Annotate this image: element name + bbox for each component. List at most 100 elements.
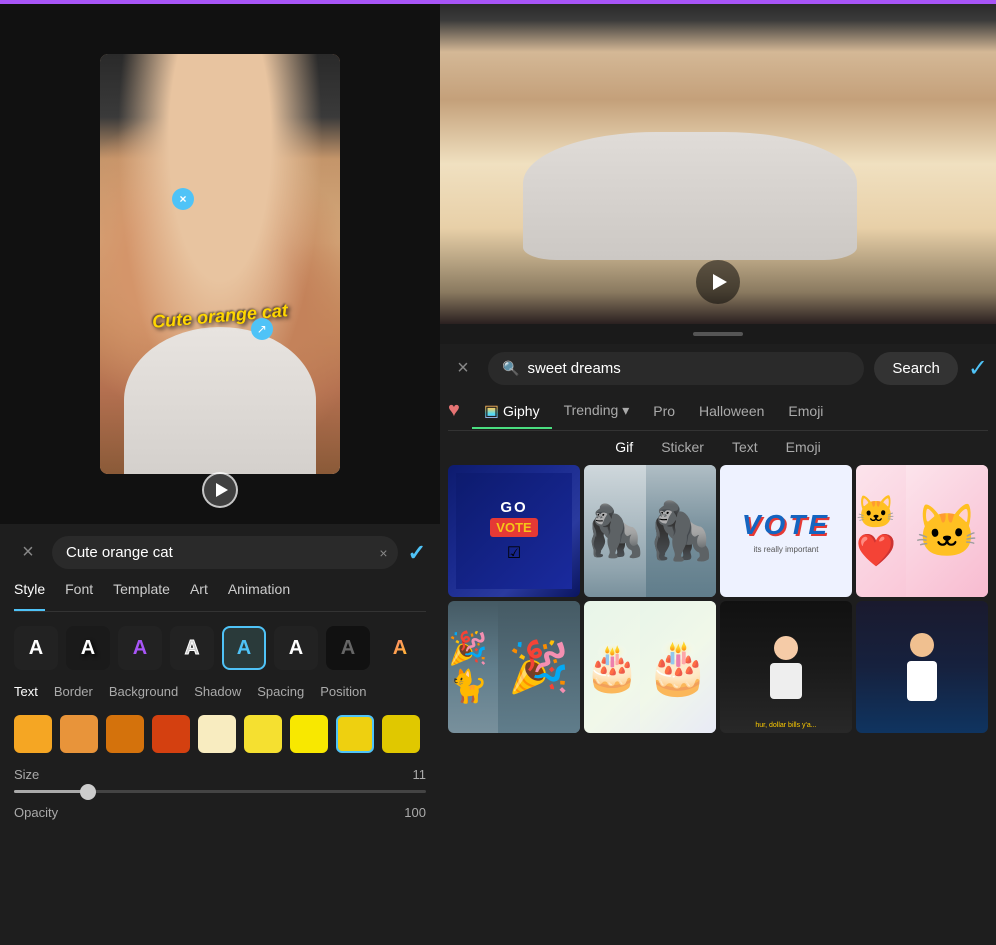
content-tab-sticker[interactable]: Sticker	[661, 439, 704, 455]
subtab-text[interactable]: Text	[14, 684, 38, 703]
gif-item-gorilla[interactable]: 🦍	[584, 465, 716, 597]
gif-item-inner-1: GO VOTE ☑	[456, 473, 572, 589]
left-panel: Cute orange cat × ↗ × × ✓ Style Font T	[0, 4, 440, 945]
opacity-row: Opacity 100	[14, 805, 426, 820]
color-swatch-2[interactable]	[60, 715, 98, 753]
subtab-border[interactable]: Border	[54, 684, 93, 703]
right-panel: × 🔍 Search ✓ ♥ ▣ Giphy Trending ▾ Pro Ha…	[440, 4, 996, 945]
text-overlay-resize[interactable]: ↗	[251, 318, 273, 340]
text-input-wrapper: ×	[52, 536, 398, 569]
gif-item-cake[interactable]: 🎂	[584, 601, 716, 733]
tab-font[interactable]: Font	[65, 581, 93, 603]
cat-image	[100, 54, 340, 474]
size-slider-thumb[interactable]	[80, 784, 96, 800]
style-tabs: Style Font Template Art Animation	[14, 581, 426, 612]
size-slider-track[interactable]	[14, 790, 426, 793]
gif-item-inner-5: 🎉	[498, 601, 580, 733]
source-tab-emoji[interactable]: Emoji	[776, 403, 835, 427]
vote-text-label: VOTE	[490, 518, 537, 537]
color-swatch-7[interactable]	[290, 715, 328, 753]
drag-handle[interactable]	[693, 332, 743, 336]
text-style-1[interactable]: A	[14, 626, 58, 670]
tab-style[interactable]: Style	[14, 581, 45, 603]
text-style-7[interactable]: A	[326, 626, 370, 670]
content-tab-text[interactable]: Text	[732, 439, 758, 455]
source-tab-trending[interactable]: Trending ▾	[552, 402, 642, 427]
editing-header: × × ✓	[14, 536, 426, 569]
color-swatch-8[interactable]	[336, 715, 374, 753]
gorilla-emoji: 🦍	[646, 498, 716, 564]
gif-item-freddie[interactable]	[856, 601, 988, 733]
color-swatch-5[interactable]	[198, 715, 236, 753]
search-button[interactable]: Search	[874, 352, 958, 385]
freddie-figure	[907, 633, 937, 701]
right-video-preview	[440, 4, 996, 324]
text-style-2[interactable]: A	[66, 626, 110, 670]
video-thumbnail: Cute orange cat × ↗	[100, 54, 340, 474]
tab-template[interactable]: Template	[113, 581, 170, 603]
text-style-6[interactable]: A	[274, 626, 318, 670]
gif-item-inner-8	[856, 601, 988, 733]
size-slider-fill	[14, 790, 88, 793]
text-style-5[interactable]: A	[222, 626, 266, 670]
color-swatches	[14, 715, 426, 753]
gif-item-inner-4: 🐱	[906, 465, 988, 597]
source-tab-halloween[interactable]: Halloween	[687, 403, 776, 427]
right-play-button[interactable]	[696, 260, 740, 304]
clear-input-button[interactable]: ×	[379, 545, 387, 561]
edit-close-button[interactable]: ×	[14, 539, 42, 567]
vote-text-graphic: VOTE	[742, 509, 830, 541]
size-control: Size 11	[14, 767, 426, 793]
color-swatch-6[interactable]	[244, 715, 282, 753]
wolf-subtitle: hur, dollar bills y'a...	[722, 722, 850, 729]
sub-tabs: Text Border Background Shadow Spacing Po…	[14, 684, 426, 703]
size-label-row: Size 11	[14, 767, 426, 782]
left-video-preview: Cute orange cat × ↗	[0, 4, 440, 524]
gif-panel: × 🔍 Search ✓ ♥ ▣ Giphy Trending ▾ Pro Ha…	[440, 344, 996, 945]
color-swatch-3[interactable]	[106, 715, 144, 753]
gif-item-inner-2: 🦍	[646, 465, 716, 597]
source-tab-giphy[interactable]: ▣ Giphy	[472, 401, 552, 429]
source-tab-pro[interactable]: Pro	[641, 403, 687, 427]
text-edit-input[interactable]	[52, 536, 398, 569]
gif-panel-close[interactable]: ×	[448, 354, 478, 384]
subtab-position[interactable]: Position	[320, 684, 366, 703]
text-style-8[interactable]: A	[378, 626, 422, 670]
gif-search-input[interactable]	[527, 360, 850, 377]
content-tab-emoji[interactable]: Emoji	[786, 439, 821, 455]
checkbox-icon: ☑	[507, 543, 521, 563]
text-style-4[interactable]: A	[170, 626, 214, 670]
gif-item-inner-3: VOTE its really important	[720, 465, 852, 597]
search-row: × 🔍 Search ✓	[448, 344, 988, 393]
wolf-body	[770, 663, 802, 699]
gif-item-go-vote[interactable]: GO VOTE ☑	[448, 465, 580, 597]
vote-subtext: its really important	[754, 545, 819, 554]
wolf-head	[774, 636, 798, 660]
gif-grid: GO VOTE ☑ 🦍 VOTE its really important	[448, 465, 988, 733]
subtab-shadow[interactable]: Shadow	[194, 684, 241, 703]
tab-animation[interactable]: Animation	[228, 581, 290, 603]
subtab-background[interactable]: Background	[109, 684, 178, 703]
color-swatch-1[interactable]	[14, 715, 52, 753]
color-swatch-9[interactable]	[382, 715, 420, 753]
freddie-head	[910, 633, 934, 657]
content-tab-gif[interactable]: Gif	[615, 439, 633, 455]
source-tabs: ♥ ▣ Giphy Trending ▾ Pro Halloween Emoji	[448, 399, 988, 431]
gif-item-wolf[interactable]: hur, dollar bills y'a...	[720, 601, 852, 733]
color-swatch-4[interactable]	[152, 715, 190, 753]
gif-confirm-button[interactable]: ✓	[968, 354, 988, 383]
subtab-spacing[interactable]: Spacing	[257, 684, 304, 703]
freddie-body	[907, 661, 937, 701]
gif-item-party-cat[interactable]: 🎉	[448, 601, 580, 733]
go-text: GO	[500, 499, 527, 516]
size-label: Size	[14, 767, 39, 782]
gif-item-cat-heart[interactable]: 🐱	[856, 465, 988, 597]
giphy-icon: ▣	[484, 401, 499, 421]
left-play-button[interactable]	[202, 472, 238, 508]
gif-item-vote-text[interactable]: VOTE its really important	[720, 465, 852, 597]
main-content: Cute orange cat × ↗ × × ✓ Style Font T	[0, 4, 996, 945]
text-style-3[interactable]: A	[118, 626, 162, 670]
favorites-button[interactable]: ♥	[448, 399, 460, 430]
tab-art[interactable]: Art	[190, 581, 208, 603]
confirm-edit-button[interactable]: ✓	[408, 540, 426, 566]
